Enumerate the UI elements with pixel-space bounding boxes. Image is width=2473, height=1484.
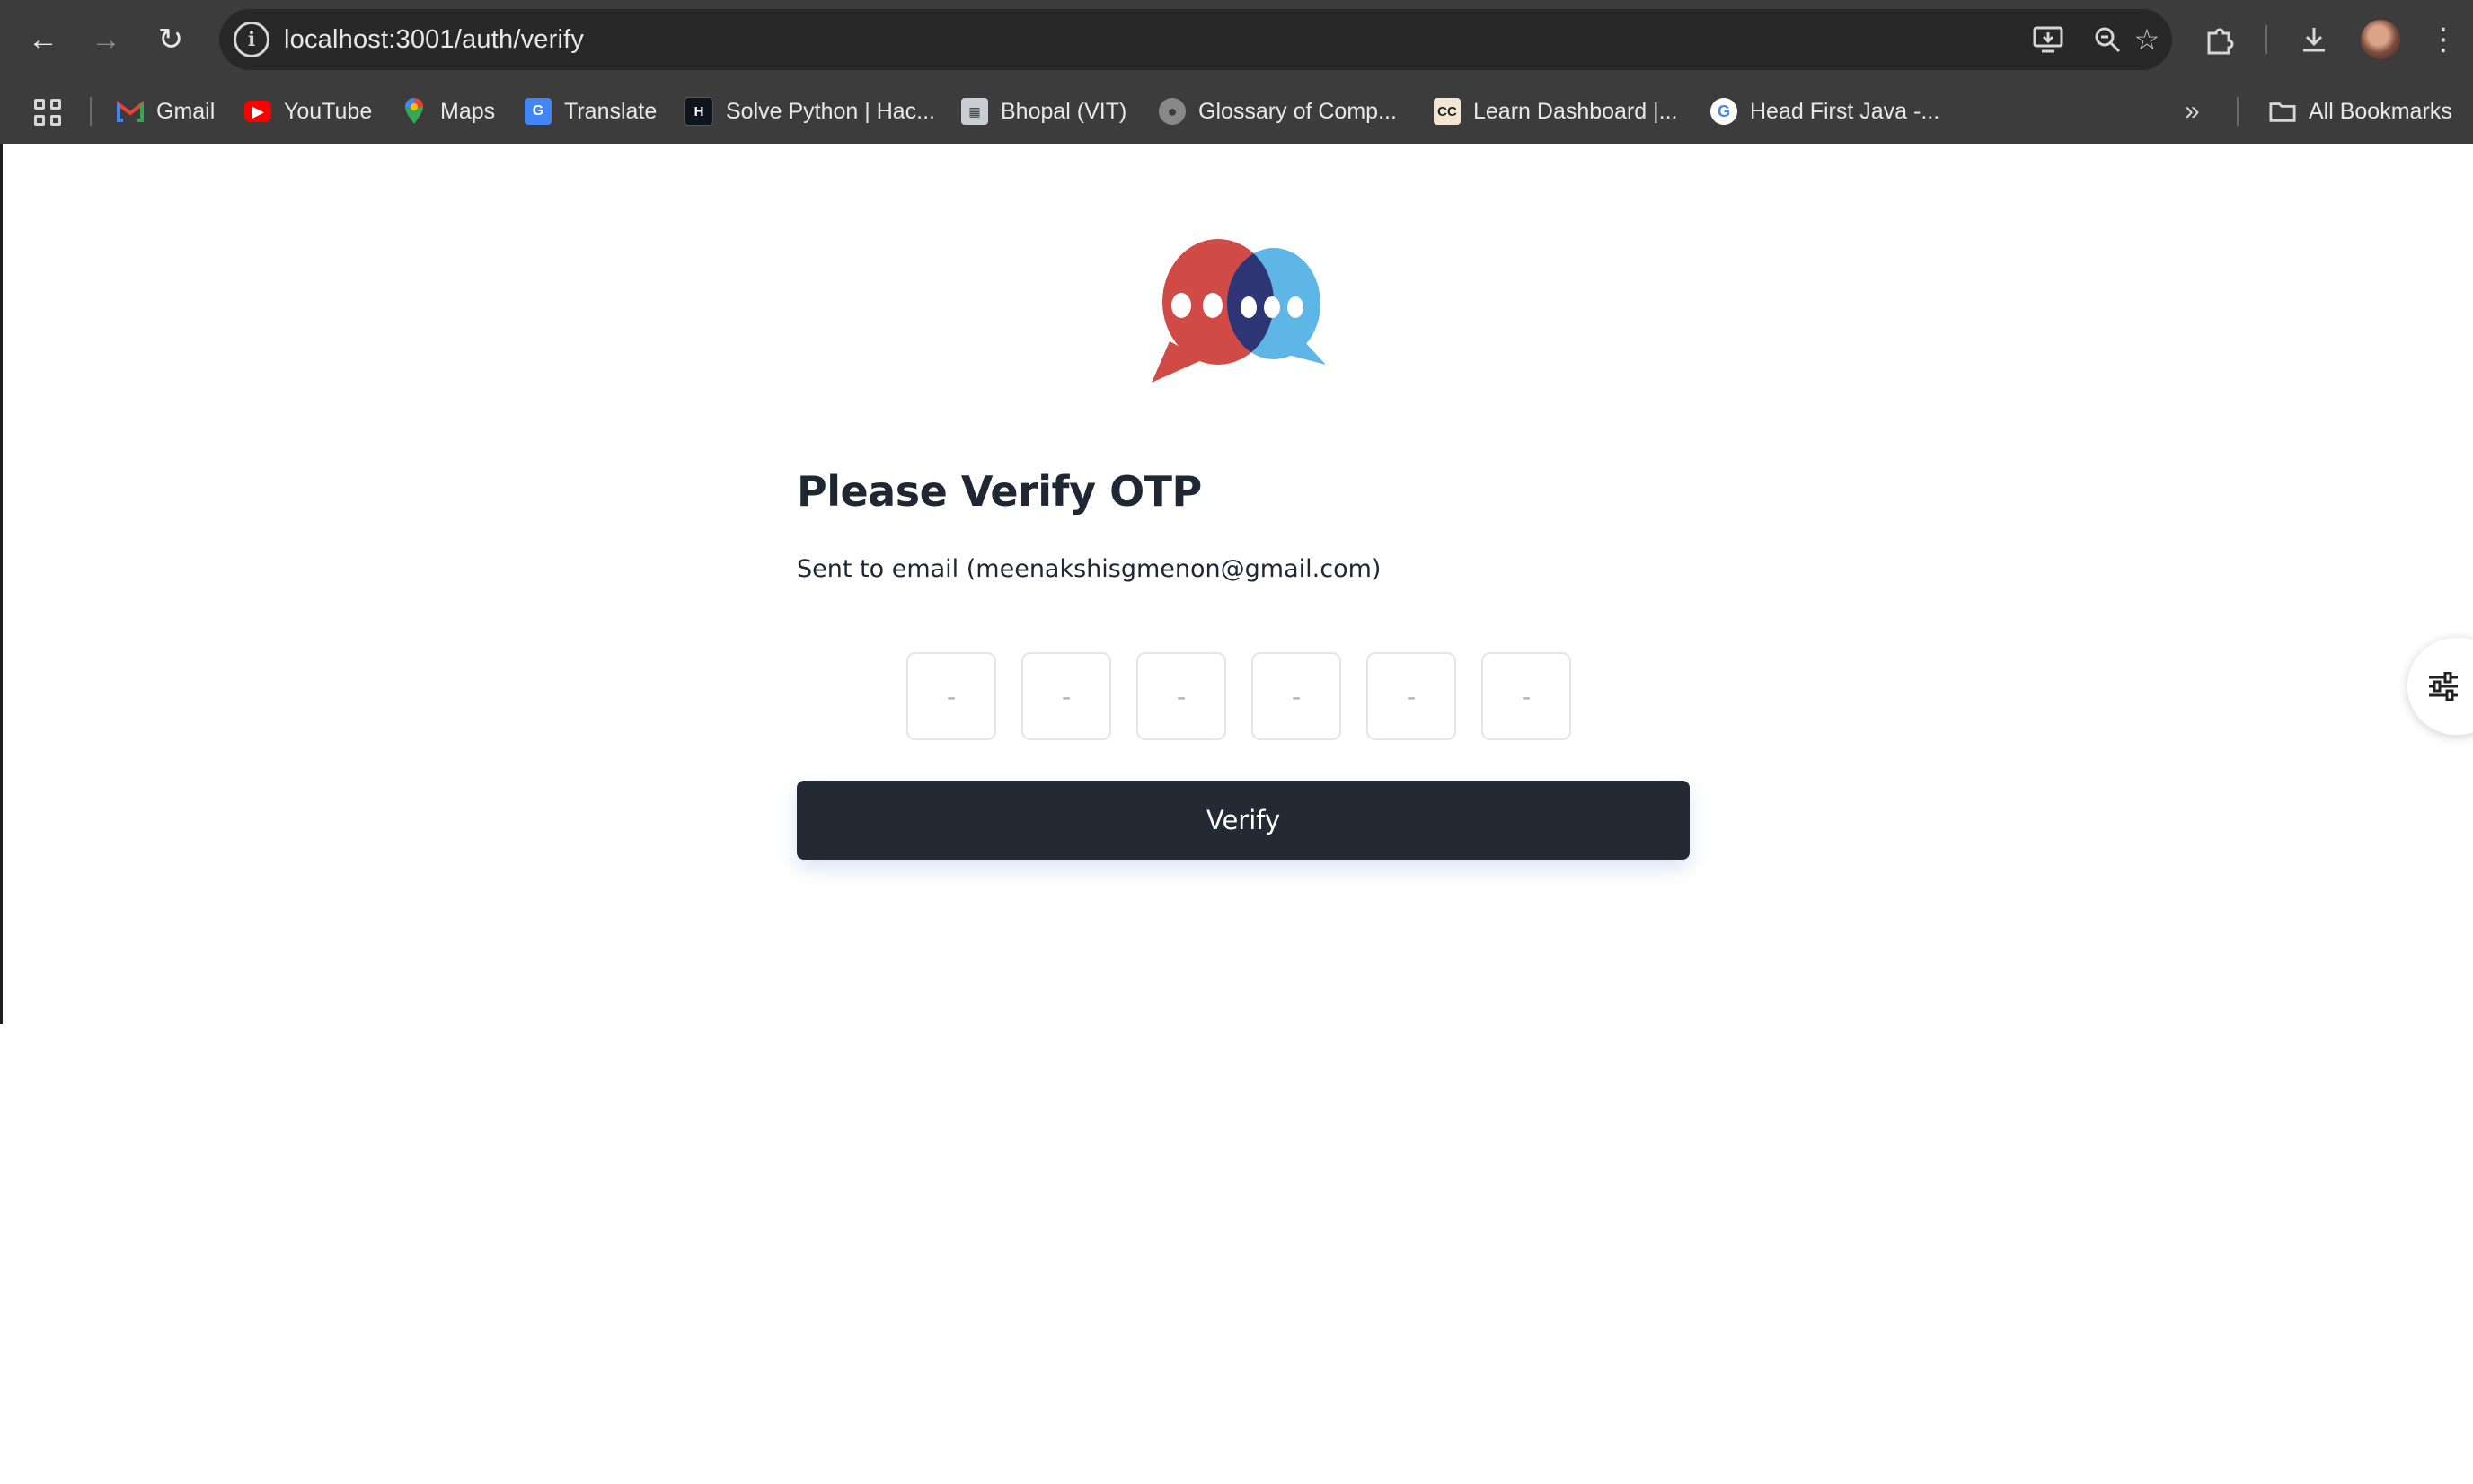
bookmark-label: YouTube [284, 98, 373, 124]
hackerrank-icon: H [684, 97, 713, 126]
bookmark-label: Solve Python | Hac... [726, 98, 935, 124]
youtube-icon: ▶ [244, 101, 271, 122]
forward-button[interactable]: → [79, 13, 133, 66]
zoom-icon[interactable] [2088, 20, 2127, 59]
arrow-left-icon: ← [28, 22, 58, 57]
browser-toolbar: ← → ↻ i localhost:3001/auth/verify ☆ ⋮ [0, 0, 2473, 79]
bookmarks-divider [2237, 97, 2239, 126]
back-button[interactable]: ← [16, 13, 70, 66]
folder-icon [2269, 98, 2296, 125]
translate-icon: G [525, 98, 552, 125]
apps-grid-icon[interactable] [34, 99, 61, 126]
toolbar-divider [2265, 25, 2267, 54]
otp-digit-2[interactable] [1021, 652, 1111, 740]
profile-avatar[interactable] [2361, 20, 2400, 59]
more-menu-icon[interactable]: ⋮ [2416, 13, 2470, 66]
otp-digit-1[interactable] [906, 652, 996, 740]
otp-digit-4[interactable] [1251, 652, 1341, 740]
vit-icon: ▦ [961, 98, 988, 125]
bookmark-label: Gmail [156, 98, 216, 124]
all-bookmarks-button[interactable]: All Bookmarks [2269, 79, 2452, 144]
verify-page: Please Verify OTP Sent to email (meenaks… [0, 144, 2473, 1484]
url-text[interactable]: localhost:3001/auth/verify [284, 9, 584, 70]
gmail-icon [117, 98, 144, 125]
globe-icon: ● [1159, 98, 1186, 125]
chat-bubbles-logo [1152, 239, 1326, 383]
extensions-icon[interactable] [2192, 13, 2246, 66]
otp-digit-3[interactable] [1136, 652, 1226, 740]
bookmark-codecademy[interactable]: CC Learn Dashboard |... [1434, 79, 1677, 144]
page-title: Please Verify OTP [797, 467, 1202, 516]
bookmark-label: Learn Dashboard |... [1473, 98, 1678, 124]
chevron-double-right-icon: » [2185, 96, 2200, 126]
bookmark-gmail[interactable]: Gmail [117, 79, 215, 144]
verify-button[interactable]: Verify [797, 781, 1690, 860]
otp-digit-6[interactable] [1481, 652, 1571, 740]
codecademy-icon: CC [1434, 98, 1461, 125]
window-edge [0, 144, 3, 1024]
reload-icon: ↻ [157, 22, 184, 57]
bookmark-label: Maps [440, 98, 496, 124]
bookmark-hackerrank[interactable]: H Solve Python | Hac... [684, 79, 935, 144]
otp-digit-5[interactable] [1366, 652, 1456, 740]
site-info-icon[interactable]: i [234, 22, 269, 57]
email-sent-text: Sent to email (meenakshisgmenon@gmail.co… [797, 555, 1382, 583]
all-bookmarks-label: All Bookmarks [2309, 98, 2452, 124]
more-bookmarks-button[interactable]: » [2185, 79, 2200, 144]
bookmark-youtube[interactable]: ▶ YouTube [244, 79, 372, 144]
bookmark-glossary[interactable]: ● Glossary of Comp... [1159, 79, 1397, 144]
otp-input-group [906, 652, 1571, 740]
bookmark-translate[interactable]: G Translate [525, 79, 657, 144]
bookmark-vit[interactable]: ▦ Bhopal (VIT) [961, 79, 1126, 144]
bookmark-label: Translate [564, 98, 658, 124]
maps-icon [401, 98, 428, 125]
bookmarks-divider [90, 97, 92, 126]
install-app-icon[interactable] [2028, 20, 2068, 59]
bookmark-head-first-java[interactable]: G Head First Java -... [1710, 79, 1939, 144]
google-icon: G [1710, 98, 1737, 125]
bookmark-maps[interactable]: Maps [401, 79, 495, 144]
reload-button[interactable]: ↻ [144, 13, 198, 66]
bookmark-label: Glossary of Comp... [1198, 98, 1397, 124]
sliders-icon [2429, 672, 2458, 701]
address-bar[interactable]: i localhost:3001/auth/verify ☆ [219, 9, 2172, 70]
arrow-right-icon: → [91, 22, 121, 57]
bookmark-label: Head First Java -... [1750, 98, 1940, 124]
bookmark-star-icon[interactable]: ☆ [2127, 20, 2167, 59]
downloads-icon[interactable] [2287, 13, 2341, 66]
bookmarks-bar: Gmail ▶ YouTube Maps G Translate H Solve… [0, 79, 2473, 145]
bookmark-label: Bhopal (VIT) [1001, 98, 1127, 124]
